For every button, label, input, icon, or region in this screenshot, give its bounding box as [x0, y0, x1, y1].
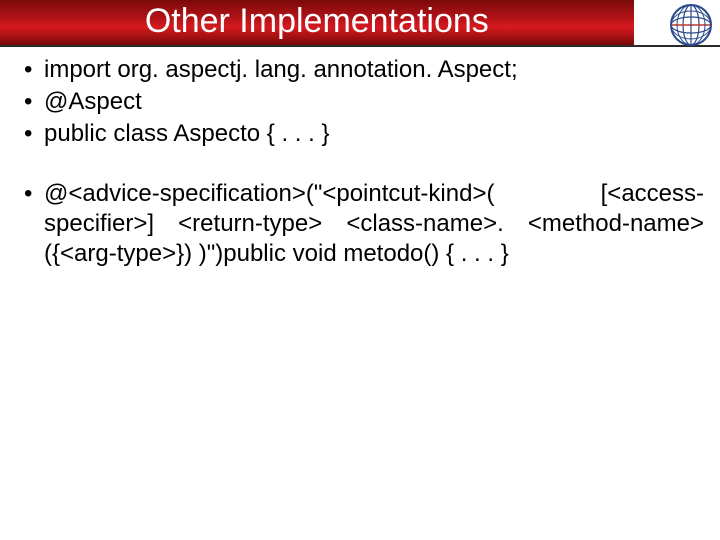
bullet-list: import org. aspectj. lang. annotation. A…	[24, 55, 704, 149]
list-item: @<advice-specification>("<pointcut-kind>…	[24, 179, 704, 269]
globe-logo-icon	[670, 4, 712, 46]
bullet-text: import org. aspectj. lang. annotation. A…	[44, 56, 518, 83]
list-item: public class Aspecto { . . . }	[24, 119, 704, 149]
bullet-list: @<advice-specification>("<pointcut-kind>…	[24, 179, 704, 269]
slide-title: Other Implementations	[145, 2, 489, 40]
list-item: @Aspect	[24, 87, 704, 117]
bullet-text: @Aspect	[44, 88, 142, 115]
list-item: import org. aspectj. lang. annotation. A…	[24, 55, 704, 85]
slide-body: import org. aspectj. lang. annotation. A…	[0, 47, 720, 269]
bullet-text: @<advice-specification>("<pointcut-kind>…	[44, 180, 704, 267]
bullet-text: public class Aspecto { . . . }	[44, 120, 330, 147]
slide-title-bar: Other Implementations	[0, 0, 634, 45]
